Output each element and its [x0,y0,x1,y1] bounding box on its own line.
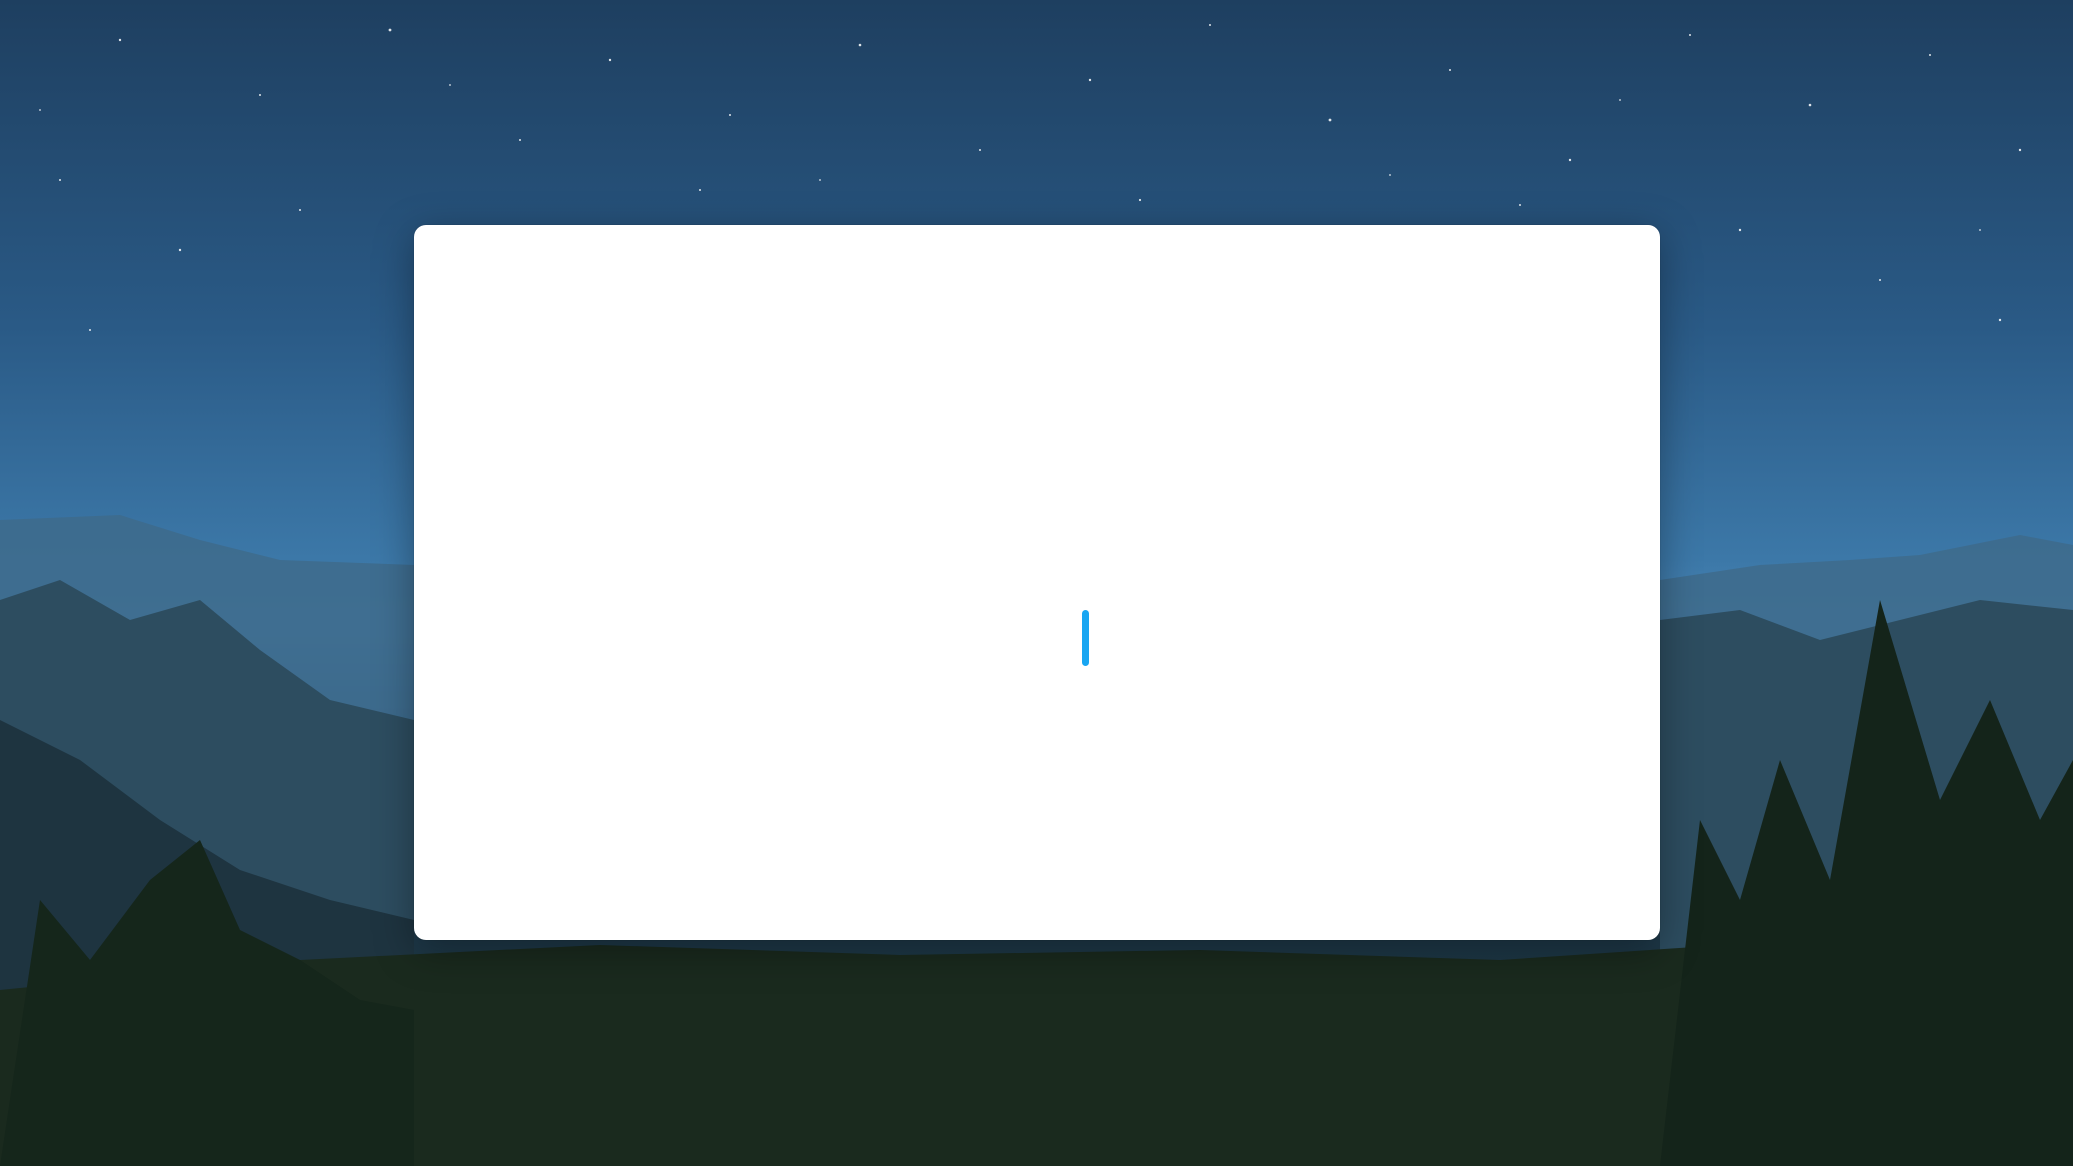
text-editor-window[interactable] [414,225,1660,940]
text-cursor [1082,610,1089,666]
desktop [0,0,2073,1166]
text-input-area[interactable] [414,225,1660,940]
